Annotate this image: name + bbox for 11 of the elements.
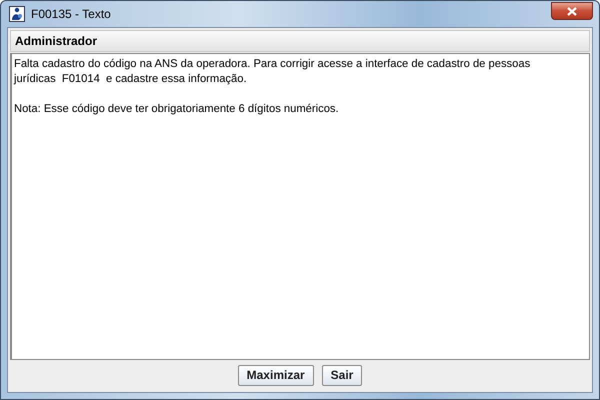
message-text: jurídicas F01014 e cadastre essa informação. <box>14 72 247 87</box>
text-area[interactable] <box>10 53 590 360</box>
dialog-button[interactable]: Maximizar <box>238 364 314 386</box>
window-title: F00135 - Texto <box>31 7 112 21</box>
close-button[interactable] <box>551 2 593 20</box>
close-icon <box>567 6 577 16</box>
message-text: Falta cadastro do código na ANS da operadora. Para corrigir acesse a interface de cadastro de pessoas <box>14 57 530 72</box>
panel-title: Administrador <box>15 34 98 48</box>
message-text: Nota: Esse código deve ter obrigatoriamente 6 dígitos numéricos. <box>14 102 339 117</box>
dialog-button[interactable]: Sair <box>322 364 362 386</box>
app-icon <box>9 6 25 22</box>
